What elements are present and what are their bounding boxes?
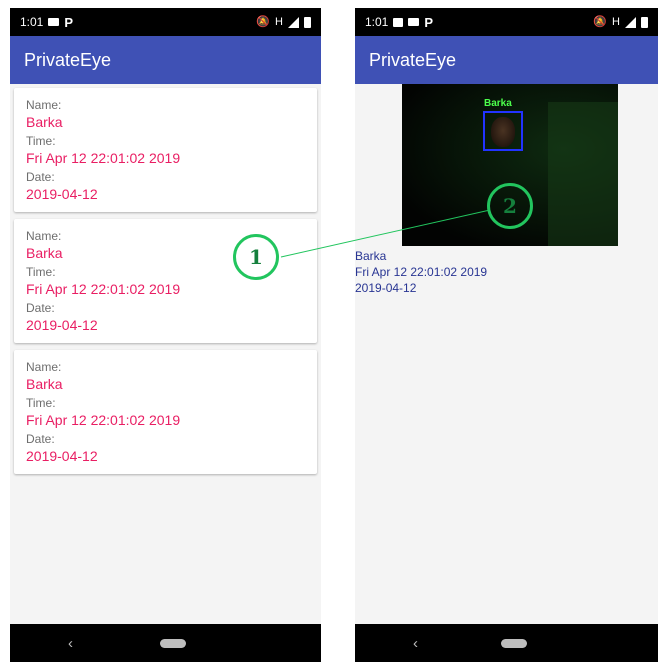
name-label: Name:: [26, 98, 62, 112]
photo-background-shade: [548, 102, 618, 246]
signal-icon: [625, 16, 636, 28]
callout-2: 2: [487, 183, 533, 229]
status-bar: 1:01 P 🔕 H: [355, 8, 658, 36]
mute-icon: 🔕: [256, 15, 271, 28]
record-card-3[interactable]: Name: Barka Time: Fri Apr 12 22:01:02 20…: [14, 350, 317, 474]
status-bar: 1:01 P 🔕 H: [10, 8, 321, 36]
phone-screen-list: 1:01 P 🔕 H PrivateEye Name: Barka Time: …: [10, 8, 321, 662]
date-label: Date:: [26, 432, 55, 446]
back-icon[interactable]: ‹: [68, 635, 73, 652]
back-icon[interactable]: ‹: [413, 635, 418, 652]
battery-icon: [641, 16, 648, 28]
mute-icon: 🔕: [593, 15, 608, 28]
video-icon: [48, 18, 60, 26]
face-image: [491, 117, 515, 147]
name-value: Barka: [26, 376, 63, 392]
date-label: Date:: [26, 170, 55, 184]
video-icon: [408, 18, 420, 26]
network-h-icon: H: [275, 15, 283, 28]
name-value: Barka: [26, 114, 63, 130]
phone-screen-detail: 1:01 P 🔕 H PrivateEye Barka Barka Fri Ap…: [355, 8, 658, 662]
record-list: Name: Barka Time: Fri Apr 12 22:01:02 20…: [10, 84, 321, 474]
date-value: 2019-04-12: [26, 448, 98, 464]
home-button[interactable]: [159, 638, 186, 648]
time-value: Fri Apr 12 22:01:02 2019: [26, 150, 181, 166]
p-app-icon: P: [424, 14, 434, 30]
app-bar: PrivateEye: [355, 36, 658, 84]
app-title: PrivateEye: [369, 49, 457, 70]
record-card-2[interactable]: Name: Barka Time: Fri Apr 12 22:01:02 20…: [14, 219, 317, 343]
battery-icon: [304, 16, 311, 28]
name-label: Name:: [26, 360, 62, 374]
network-h-icon: H: [612, 15, 620, 28]
time-label: Time:: [26, 396, 56, 410]
record-detail: Barka Fri Apr 12 22:01:02 2019 2019-04-1…: [355, 248, 487, 296]
navigation-bar: ‹: [10, 624, 321, 662]
gallery-icon: [393, 17, 404, 27]
navigation-bar: ‹: [355, 624, 658, 662]
date-value: 2019-04-12: [26, 186, 98, 202]
time-label: Time:: [26, 134, 56, 148]
home-button[interactable]: [500, 638, 527, 648]
detail-date: 2019-04-12: [355, 281, 417, 295]
signal-icon: [288, 16, 299, 28]
p-app-icon: P: [64, 14, 74, 30]
face-bounding-box: [483, 111, 523, 151]
time-value: Fri Apr 12 22:01:02 2019: [26, 412, 181, 428]
status-time: 1:01: [365, 15, 389, 29]
detail-name: Barka: [355, 249, 387, 263]
face-recognition-label: Barka: [484, 98, 512, 109]
record-card-1[interactable]: Name: Barka Time: Fri Apr 12 22:01:02 20…: [14, 88, 317, 212]
app-bar: PrivateEye: [10, 36, 321, 84]
time-value: Fri Apr 12 22:01:02 2019: [26, 281, 181, 297]
app-title: PrivateEye: [24, 49, 112, 70]
date-value: 2019-04-12: [26, 317, 98, 333]
status-time: 1:01: [20, 15, 44, 29]
date-label: Date:: [26, 301, 55, 315]
callout-1: 1: [233, 234, 279, 280]
detail-time: Fri Apr 12 22:01:02 2019: [355, 265, 488, 279]
